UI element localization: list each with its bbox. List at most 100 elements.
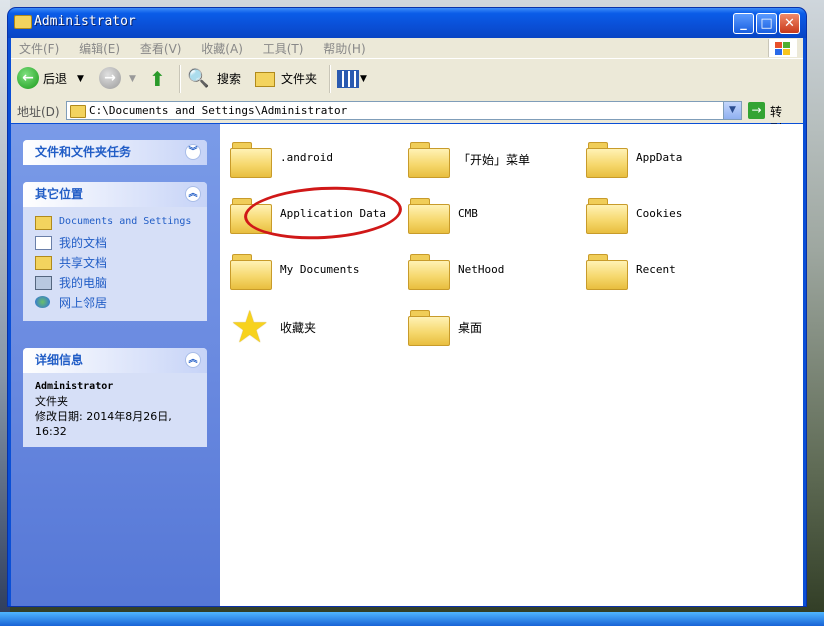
title-bar[interactable]: Administrator _ □ ✕ xyxy=(8,8,806,38)
folder-icon xyxy=(255,72,275,87)
chevron-up-icon[interactable]: ︽ xyxy=(185,186,201,202)
place-label: Documents and Settings xyxy=(59,216,192,227)
detail-modified: 修改日期: 2014年8月26日, 16:32 xyxy=(35,410,172,438)
views-button[interactable]: ▼ xyxy=(337,67,369,91)
close-button[interactable]: ✕ xyxy=(779,13,800,34)
forward-arrow-icon: → xyxy=(99,67,121,89)
forward-button[interactable]: → ▼ xyxy=(99,67,139,91)
windows-logo-icon xyxy=(768,39,797,57)
folder-icon xyxy=(586,140,630,178)
place-label: 我的文档 xyxy=(59,236,108,250)
place-shared-documents[interactable]: 共享文档 xyxy=(35,253,199,273)
chevron-down-icon[interactable]: ▼ xyxy=(723,102,741,119)
places-panel-header[interactable]: 其它位置 ︽ xyxy=(23,182,207,207)
menu-tools[interactable]: 工具(T) xyxy=(263,38,304,57)
place-label: 网上邻居 xyxy=(59,296,108,310)
detail-name: Administrator xyxy=(35,381,114,392)
toolbar-divider xyxy=(179,65,181,93)
tasks-panel-header[interactable]: 文件和文件夹任务 ︾ xyxy=(23,140,207,165)
menu-favorites[interactable]: 收藏(A) xyxy=(201,38,243,57)
folder-icon xyxy=(408,140,452,178)
maximize-button[interactable]: □ xyxy=(756,13,777,34)
place-my-documents[interactable]: 我的文档 xyxy=(35,233,199,253)
go-arrow-icon: → xyxy=(748,102,765,119)
file-name: NetHood xyxy=(458,263,505,276)
file-item-my-documents[interactable]: My Documents xyxy=(230,252,400,302)
tasks-panel: 文件和文件夹任务 ︾ xyxy=(23,140,207,165)
file-name: 收藏夹 xyxy=(280,321,317,335)
folder-icon xyxy=(35,216,52,230)
chevron-down-icon[interactable]: ▼ xyxy=(360,67,367,91)
menu-help[interactable]: 帮助(H) xyxy=(323,38,365,57)
folder-icon xyxy=(70,105,86,118)
places-panel: 其它位置 ︽ Documents and Settings 我的文档 共享文档 xyxy=(23,182,207,321)
folder-icon xyxy=(408,196,452,234)
details-panel-header[interactable]: 详细信息 ︽ xyxy=(23,348,207,373)
details-body: Administrator 文件夹 修改日期: 2014年8月26日, 16:3… xyxy=(23,373,207,447)
menu-file[interactable]: 文件(F) xyxy=(19,38,59,57)
menu-edit[interactable]: 编辑(E) xyxy=(79,38,120,57)
details-panel: 详细信息 ︽ Administrator 文件夹 修改日期: 2014年8月26… xyxy=(23,348,207,447)
my-computer-icon xyxy=(35,276,52,290)
details-panel-title: 详细信息 xyxy=(35,353,84,367)
folder-icon xyxy=(408,308,452,346)
place-network[interactable]: 网上邻居 xyxy=(35,293,199,313)
folders-button[interactable]: 文件夹 xyxy=(255,67,325,91)
file-item-cmb[interactable]: CMB xyxy=(408,196,578,246)
toolbar: ← 后退 ▼ → ▼ ⬆ 🔍 搜索 文件夹 ▼ xyxy=(11,58,803,100)
file-item-favorites[interactable]: ★ 收藏夹 xyxy=(230,302,400,358)
window-title: Administrator xyxy=(34,14,136,29)
folder-icon xyxy=(586,252,630,290)
place-my-computer[interactable]: 我的电脑 xyxy=(35,273,199,293)
taskbar xyxy=(0,612,824,626)
folder-icon xyxy=(586,196,630,234)
address-input[interactable]: C:\Documents and Settings\Administrator … xyxy=(66,101,742,120)
place-label: 共享文档 xyxy=(59,256,108,270)
task-pane: 文件和文件夹任务 ︾ 其它位置 ︽ Documents and Settings… xyxy=(11,124,220,606)
search-icon: 🔍 xyxy=(187,68,210,89)
search-label: 搜索 xyxy=(217,72,242,86)
chevron-down-icon[interactable]: ▼ xyxy=(77,67,84,91)
up-arrow-icon: ⬆ xyxy=(149,67,166,91)
search-button[interactable]: 🔍 搜索 xyxy=(187,67,247,91)
folder-icon xyxy=(230,140,274,178)
back-arrow-icon: ← xyxy=(17,67,39,89)
network-icon xyxy=(35,296,50,308)
file-name: .android xyxy=(280,151,333,164)
explorer-window: Administrator _ □ ✕ 文件(F) 编辑(E) 查看(V) 收藏… xyxy=(8,8,806,606)
detail-type: 文件夹 xyxy=(35,395,68,408)
file-name: CMB xyxy=(458,207,478,220)
menu-view[interactable]: 查看(V) xyxy=(140,38,182,57)
file-item-start-menu[interactable]: 「开始」菜单 xyxy=(408,140,578,190)
my-documents-icon xyxy=(35,236,52,250)
file-name: My Documents xyxy=(280,263,360,276)
chevron-up-icon[interactable]: ︽ xyxy=(185,352,201,368)
file-item-appdata[interactable]: AppData xyxy=(586,140,756,190)
views-icon xyxy=(337,70,359,88)
minimize-button[interactable]: _ xyxy=(733,13,754,34)
up-folder-button[interactable]: ⬆ xyxy=(149,67,173,91)
menu-bar: 文件(F) 编辑(E) 查看(V) 收藏(A) 工具(T) 帮助(H) xyxy=(11,38,803,58)
folder-icon xyxy=(408,252,452,290)
back-button[interactable]: ← 后退 ▼ xyxy=(17,67,87,91)
folder-icon xyxy=(35,256,52,270)
place-label: 我的电脑 xyxy=(59,276,108,290)
file-item-android[interactable]: .android xyxy=(230,140,400,190)
file-item-recent[interactable]: Recent xyxy=(586,252,756,302)
address-bar: 地址(D) C:\Documents and Settings\Administ… xyxy=(11,99,803,136)
favorites-star-icon: ★ xyxy=(230,302,270,353)
file-item-cookies[interactable]: Cookies xyxy=(586,196,756,246)
file-item-nethood[interactable]: NetHood xyxy=(408,252,578,302)
address-path: C:\Documents and Settings\Administrator xyxy=(89,104,348,117)
file-name: Cookies xyxy=(636,207,683,220)
place-documents-and-settings[interactable]: Documents and Settings xyxy=(35,213,199,233)
places-list: Documents and Settings 我的文档 共享文档 我的电脑 网上… xyxy=(23,207,207,321)
address-label: 地址(D) xyxy=(17,105,60,119)
chevron-down-icon: ▼ xyxy=(129,74,136,84)
folder-icon xyxy=(230,252,274,290)
file-name: 桌面 xyxy=(458,321,483,335)
back-label: 后退 xyxy=(43,72,68,86)
places-panel-title: 其它位置 xyxy=(35,187,84,201)
chevron-down-icon[interactable]: ︾ xyxy=(185,144,201,160)
file-item-desktop[interactable]: 桌面 xyxy=(408,308,578,358)
